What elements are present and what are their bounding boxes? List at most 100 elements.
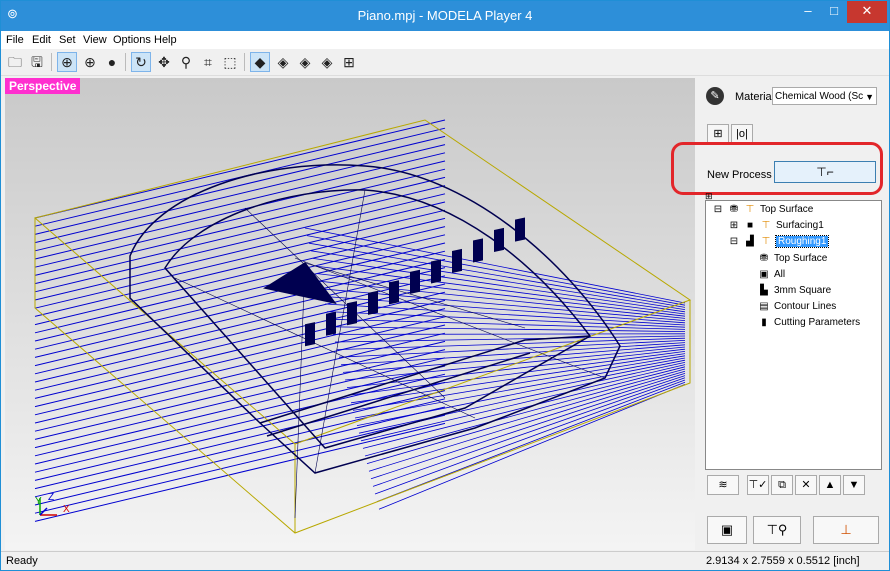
surfacing-icon: ■	[746, 220, 754, 231]
tree-item-label-selected: Roughing1	[774, 235, 830, 248]
new-process-button[interactable]: ⊤⌐	[774, 161, 876, 183]
piano-key	[389, 280, 399, 305]
delete-button[interactable]: ✕	[795, 475, 817, 495]
close-button[interactable]: ✕	[847, 1, 887, 23]
toolbar: 🗀 🖫 ⊕ ⊕ ● ↻ ✥ ⚲ ⌗ ⬚ ◆ ◈ ◈ ◈ ⊞	[1, 49, 889, 76]
tree-item-label: Top Surface	[774, 253, 828, 264]
stock-tab-icon[interactable]: ⊞	[707, 124, 729, 144]
path-preview-button[interactable]: ≋	[707, 475, 739, 495]
minimize-button[interactable]: –	[795, 1, 821, 23]
tree-item-label: Surfacing1	[776, 220, 824, 231]
piano-key	[326, 311, 336, 336]
window-title: Piano.mpj - MODELA Player 4	[357, 8, 533, 23]
edit-process-button[interactable]: ⊤✓	[747, 475, 769, 495]
tree-item-3mm-square[interactable]: ▙ 3mm Square	[758, 285, 831, 296]
new-process-label: New Process	[707, 169, 772, 181]
tree-item-label: Top Surface	[760, 204, 814, 215]
roughing-icon: ▟	[746, 236, 754, 247]
axis-y-label: Y	[35, 496, 42, 507]
menu-set[interactable]: Set	[59, 34, 76, 46]
contour-icon: ▤	[759, 301, 769, 312]
view-iso-icon[interactable]: ◆	[250, 52, 270, 72]
view-top-icon[interactable]: ◈	[317, 52, 337, 72]
tree-item-label: Contour Lines	[774, 301, 837, 312]
move-up-button[interactable]: ▲	[819, 475, 841, 495]
copy-button[interactable]: ⧉	[771, 475, 793, 495]
process-icon: ⊤	[761, 220, 771, 231]
tool-tab-icon[interactable]: |o|	[731, 124, 753, 144]
toolbar-separator	[244, 53, 245, 71]
menu-file[interactable]: File	[6, 34, 24, 46]
zoom-region-icon[interactable]: ⬚	[220, 52, 240, 72]
maximize-button[interactable]: □	[821, 1, 847, 23]
process-tree[interactable]: ⊟ ⛃ ⊤ Top Surface ⊞ ■ ⊤ Surfacing1 ⊟ ▟ ⊤ Roughing…	[705, 200, 882, 470]
process-icon: ⊤	[761, 236, 771, 247]
move-down-button[interactable]: ▼	[843, 475, 865, 495]
piano-key	[431, 259, 441, 284]
piano-key	[515, 217, 525, 242]
axis-x-label: X	[63, 504, 70, 515]
piano-key	[347, 301, 357, 326]
chevron-down-icon: ▼	[865, 92, 874, 102]
pan-icon[interactable]: ✥	[154, 52, 174, 72]
view-multi-icon[interactable]: ⊞	[339, 52, 359, 72]
stop-button[interactable]: ▣	[707, 516, 747, 544]
fit-icon[interactable]: ⌗	[198, 52, 218, 72]
menu-edit[interactable]: Edit	[32, 34, 51, 46]
globe-icon[interactable]: ⊕	[80, 52, 100, 72]
view-front-icon[interactable]: ◈	[273, 52, 293, 72]
menu-bar: File Edit Set View Options Help	[1, 31, 889, 49]
sphere-icon[interactable]: ●	[102, 52, 122, 72]
menu-help[interactable]: Help	[154, 34, 177, 46]
new-process-icon: ⊤⌐	[816, 165, 834, 179]
surface-icon: ⛃	[759, 253, 769, 264]
tree-item-label: Cutting Parameters	[774, 317, 861, 328]
menu-view[interactable]: View	[83, 34, 107, 46]
area-icon: ▣	[759, 269, 769, 280]
expander-icon[interactable]: ⊟	[728, 236, 740, 247]
piano-key	[494, 227, 504, 253]
title-bar[interactable]: ⊚ Piano.mpj - MODELA Player 4 – □ ✕	[1, 1, 889, 31]
viewport-canvas[interactable]: Y Z X	[5, 78, 695, 550]
cut-button[interactable]: ⊥	[813, 516, 879, 544]
material-select[interactable]: Chemical Wood (Sc ▼	[772, 87, 877, 105]
tree-item-top-surface[interactable]: ⊟ ⛃ ⊤ Top Surface	[712, 204, 814, 215]
preview-cutting-button[interactable]: ⊤⚲	[753, 516, 801, 544]
tree-item-cutting-parameters[interactable]: ▮ Cutting Parameters	[758, 317, 860, 328]
piano-key	[473, 238, 483, 263]
material-icon[interactable]: ✎	[706, 87, 724, 105]
open-icon[interactable]: 🗀	[5, 52, 25, 72]
wireframe-icon[interactable]: ⊕	[57, 52, 77, 72]
rotate-icon[interactable]: ↻	[131, 52, 151, 72]
tree-item-roughing1[interactable]: ⊟ ▟ ⊤ Roughing1	[728, 235, 830, 248]
process-icon: ⊤	[745, 204, 755, 215]
view-side-icon[interactable]: ◈	[295, 52, 315, 72]
status-bar: Ready 2.9134 x 2.7559 x 0.5512 [inch]	[1, 551, 889, 570]
3d-viewport[interactable]: Y Z X Perspective	[5, 78, 695, 550]
app-window: ⊚ Piano.mpj - MODELA Player 4 – □ ✕ File…	[0, 0, 890, 571]
status-text: Ready	[6, 555, 38, 567]
piano-key	[368, 290, 378, 315]
expander-icon[interactable]: ⊞	[728, 220, 740, 231]
tree-item-label: All	[774, 269, 786, 280]
axis-z-label: Z	[48, 492, 54, 503]
material-value: Chemical Wood (Sc	[775, 91, 864, 102]
expander-icon[interactable]: ⊟	[712, 204, 724, 215]
menu-options[interactable]: Options	[113, 34, 151, 46]
parameters-icon: ▮	[761, 317, 767, 328]
piano-key	[452, 248, 462, 273]
tree-item-all[interactable]: ▣ All	[758, 269, 785, 280]
process-panel: ✎ Material Chemical Wood (Sc ▼ ⊞ |o| New…	[671, 78, 887, 550]
toolbar-separator	[51, 53, 52, 71]
perspective-label: Perspective	[5, 78, 81, 94]
save-icon[interactable]: 🖫	[27, 52, 47, 72]
piano-key	[410, 269, 420, 294]
tree-item-contour-lines[interactable]: ▤ Contour Lines	[758, 301, 836, 312]
zoom-icon[interactable]: ⚲	[176, 52, 196, 72]
tree-item-surfacing1[interactable]: ⊞ ■ ⊤ Surfacing1	[728, 220, 824, 231]
dimensions-readout: 2.9134 x 2.7559 x 0.5512 [inch]	[706, 555, 860, 567]
material-label: Material	[735, 91, 775, 103]
tree-item-top-surface-sub[interactable]: ⛃ Top Surface	[758, 253, 828, 264]
tree-item-label: 3mm Square	[774, 285, 832, 296]
tool-icon: ▙	[760, 285, 768, 296]
